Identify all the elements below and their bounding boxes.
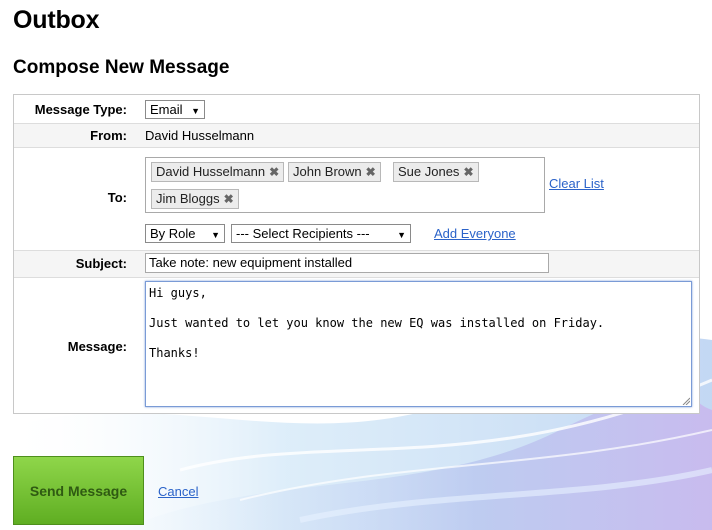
message-line: Hi guys, [149, 286, 207, 300]
row-from: From: David Husselmann [14, 124, 699, 148]
message-line [149, 331, 688, 346]
recipient-name: Sue Jones [398, 164, 460, 179]
row-to: To: David Husselmann ✖ John Brown ✖ Sue Jo… [14, 148, 699, 251]
clear-list-link[interactable]: Clear List [549, 176, 604, 191]
row-message-type: Message Type: Email ▼ [14, 95, 699, 124]
close-icon[interactable]: ✖ [463, 165, 473, 179]
chevron-down-icon: ▼ [397, 230, 406, 240]
group-select[interactable]: By Role ▼ [145, 224, 225, 243]
message-type-select[interactable]: Email ▼ [145, 100, 205, 119]
row-message: Message: Hi guys, Just wanted to let you… [14, 278, 699, 413]
recipient-name: David Husselmann [156, 164, 266, 179]
from-label: From: [90, 128, 127, 143]
message-line [149, 301, 688, 316]
compose-form: Message Type: Email ▼ From: David Hussel… [13, 94, 700, 414]
subject-input[interactable]: Take note: new equipment installed [145, 253, 549, 273]
group-select-value: By Role [150, 226, 196, 241]
message-line: Just wanted to let you know the new EQ w… [149, 316, 605, 330]
recipient-select-value: --- Select Recipients --- [236, 226, 370, 241]
to-label: To: [107, 190, 127, 205]
message-type-value: Email [150, 102, 183, 117]
recipient-chip: David Husselmann ✖ [151, 162, 285, 182]
chevron-down-icon: ▼ [191, 106, 200, 116]
recipient-chip: John Brown ✖ [288, 162, 381, 182]
add-everyone-link[interactable]: Add Everyone [434, 226, 516, 241]
close-icon[interactable]: ✖ [269, 165, 279, 179]
chevron-down-icon: ▼ [211, 230, 220, 240]
row-subject: Subject: Take note: new equipment instal… [14, 251, 699, 278]
cancel-link[interactable]: Cancel [158, 484, 198, 499]
close-icon[interactable]: ✖ [366, 165, 376, 179]
recipient-chip: Jim Bloggs ✖ [151, 189, 239, 209]
subject-label: Subject: [75, 256, 127, 271]
recipient-chip: Sue Jones ✖ [393, 162, 479, 182]
resize-grip-icon[interactable] [682, 397, 690, 405]
page-title: Outbox [13, 6, 100, 34]
message-line: Thanks! [149, 346, 200, 360]
message-label: Message: [67, 339, 127, 354]
recipient-select[interactable]: --- Select Recipients --- ▼ [231, 224, 411, 243]
message-textarea[interactable]: Hi guys, Just wanted to let you know the… [145, 281, 692, 407]
from-value: David Husselmann [145, 128, 255, 143]
close-icon[interactable]: ✖ [224, 192, 234, 206]
page-subtitle: Compose New Message [13, 57, 230, 78]
recipient-list[interactable]: David Husselmann ✖ John Brown ✖ Sue Jones ✖… [145, 157, 545, 213]
message-type-label: Message Type: [34, 102, 127, 117]
recipient-name: Jim Bloggs [156, 191, 220, 206]
send-message-button[interactable]: Send Message [13, 456, 144, 525]
recipient-name: John Brown [293, 164, 362, 179]
